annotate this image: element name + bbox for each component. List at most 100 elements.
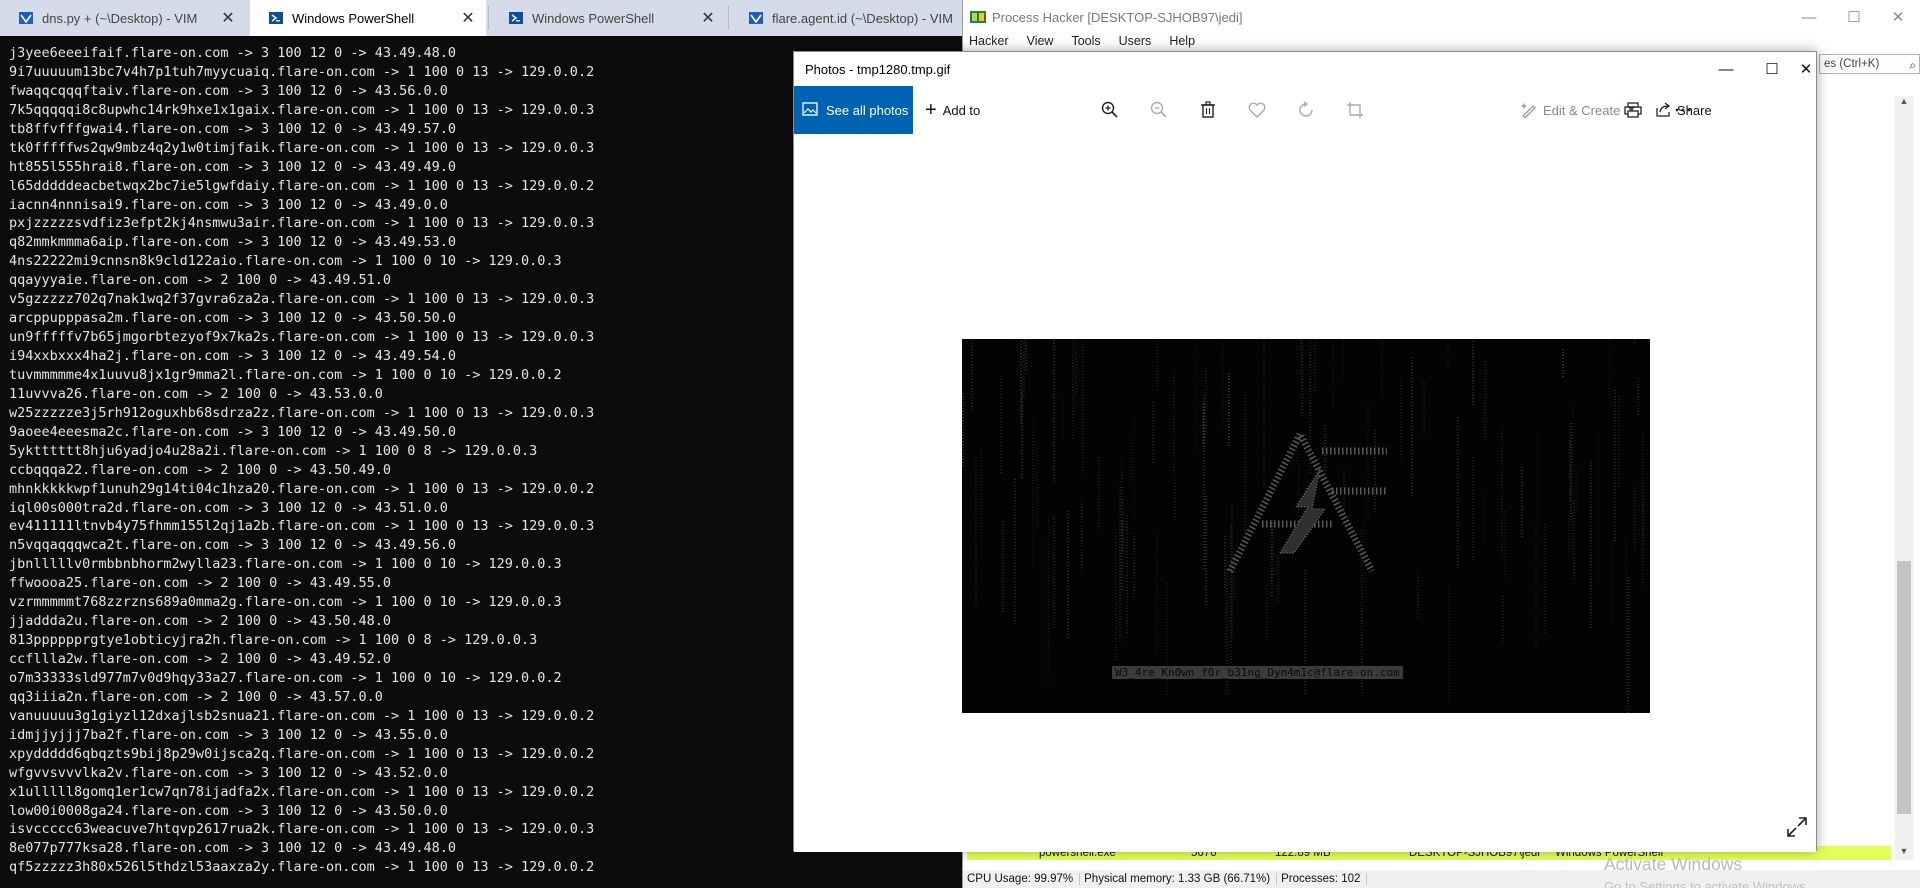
edit-create-icon — [1521, 103, 1536, 118]
terminal-line: mhnkkkkkwpf1unuh29g14ti04c1hza20.flare-o… — [9, 480, 595, 497]
menu-users[interactable]: Users — [1119, 34, 1152, 52]
terminal-line: fwaqqcqqqftaiv.flare-on.com -> 3 100 12 … — [9, 82, 448, 99]
terminal-line: un9fffffv7b65jmgorbtezyof9x7ka2s.flare-o… — [9, 329, 595, 346]
see-all-photos-button[interactable]: See all photos — [794, 86, 913, 134]
terminal-line: i94xxbxxx4ha2j.flare-on.com -> 3 100 12 … — [9, 348, 457, 364]
terminal-line: o7m33333sld977m7v0d9hqy33a27.flare-on.co… — [9, 669, 562, 686]
window-title: Process Hacker [DESKTOP-SJHOB97\jedi] — [992, 9, 1243, 25]
process-hacker-icon — [970, 11, 986, 23]
activate-windows-watermark: Activate Windows Go to Settings to activ… — [1604, 854, 1854, 888]
vim-icon — [18, 11, 34, 25]
terminal-line: 9aoee4eeesma2c.flare-on.com -> 3 100 12 … — [9, 423, 457, 440]
crop-icon[interactable] — [1337, 86, 1373, 134]
window-title: Photos - tmp1280.tmp.gif — [805, 61, 951, 77]
process-hacker-titlebar[interactable]: Process Hacker [DESKTOP-SJHOB97\jedi] — [963, 0, 1920, 34]
cpu-usage: CPU Usage: 99.97% — [963, 873, 1081, 885]
watermark-title: Activate Windows — [1604, 854, 1743, 874]
menu-tools[interactable]: Tools — [1071, 34, 1100, 52]
terminal-line: xpyddddd6qbqzts9bij8p29w0ijsca2q.flare-o… — [9, 745, 595, 762]
terminal-line: q82mmkmmma6aip.flare-on.com -> 3 100 12 … — [9, 234, 457, 251]
terminal-line: 813pppppprgtye1obticyjra2h.flare-on.com … — [9, 632, 538, 649]
process-hacker-menubar: Hacker View Tools Users Help — [963, 34, 1207, 52]
terminal-line: ccfllla2w.flare-on.com -> 2 100 0 -> 43.… — [9, 651, 392, 667]
watermark-subtitle: Go to Settings to activate Windows. — [1604, 879, 1810, 888]
maximize-icon[interactable]: ☐ — [1749, 52, 1795, 86]
maximize-icon[interactable]: ☐ — [1831, 0, 1877, 34]
terminal-line: l65dddddeacbetwqx2bc7ie5lgwfdaiy.flare-o… — [9, 177, 595, 194]
print-icon[interactable] — [1615, 86, 1651, 134]
rotate-icon[interactable] — [1288, 86, 1324, 134]
terminal-line: 5yktttttt8hju6yadjo4u28a2i.flare-on.com … — [9, 442, 538, 459]
close-icon[interactable]: ✕ — [218, 8, 238, 28]
scroll-up-icon[interactable]: ▲ — [1895, 96, 1913, 110]
terminal-line: qq3iiia2n.flare-on.com -> 2 100 0 -> 43.… — [9, 688, 383, 705]
photos-toolbar: See all photos + Add to Edit & Create ▼ — [794, 86, 1816, 134]
minimize-icon[interactable]: — — [1786, 0, 1832, 34]
terminal-line: 7k5qqqqqi8c8upwhc14rk9hxe1x1gaix.flare-o… — [9, 101, 595, 118]
close-icon[interactable]: ✕ — [458, 8, 478, 28]
process-count: Processes: 102 — [1277, 873, 1368, 885]
tab-title: dns.py + (~\Desktop) - VIM — [42, 10, 198, 26]
terminal-line: x1ulllll8gomq1er1cw7qn78ijadfa2x.flare-o… — [9, 783, 595, 800]
scrollbar-thumb[interactable] — [1897, 561, 1911, 814]
see-all-label: See all photos — [826, 102, 909, 118]
add-to-label: Add to — [942, 102, 981, 118]
terminal-line: iql00s000tra2d.flare-on.com -> 3 100 12 … — [9, 499, 448, 516]
tab-vim-dns[interactable]: dns.py + (~\Desktop) - VIM ✕ — [0, 0, 246, 36]
tab-divider — [728, 6, 729, 30]
terminal-line: low00i0008ga24.flare-on.com -> 3 100 12 … — [9, 802, 448, 819]
flare-logo-icon — [1226, 426, 1387, 573]
menu-view[interactable]: View — [1027, 34, 1054, 52]
tab-vim-flare-agent[interactable]: flare.agent.id (~\Desktop) - VIM — [730, 0, 962, 36]
terminal-line: w25zzzzze3j5rh912oguxhb68sdrza2z.flare-o… — [9, 404, 595, 421]
scroll-down-icon[interactable]: ▼ — [1895, 846, 1913, 860]
photo-viewer-canvas[interactable]: W3_4re_Kn0wn_f0r_b31ng_Dyn4m1c@flare-on.… — [794, 134, 1816, 888]
terminal-line: qf5zzzzz3h80x526l5thdzl53aaxza2y.flare-o… — [9, 859, 595, 876]
expand-icon[interactable] — [1785, 815, 1809, 839]
more-options-icon[interactable] — [1665, 86, 1701, 134]
favorite-icon[interactable] — [1239, 86, 1275, 134]
terminal-line: 8e077p777ksa28.flare-on.com -> 3 100 12 … — [9, 840, 457, 857]
terminal-line: 11uvvva26.flare-on.com -> 2 100 0 -> 43.… — [9, 385, 383, 402]
flag-text: W3_4re_Kn0wn_f0r_b31ng_Dyn4m1c@flare-on.… — [1112, 666, 1403, 679]
vim-icon — [748, 11, 764, 25]
terminal-line: qqayyyaie.flare-on.com -> 2 100 0 -> 43.… — [9, 272, 392, 289]
zoom-in-icon[interactable] — [1092, 86, 1128, 134]
terminal-line: tb8ffvfffgwai4.flare-on.com -> 3 100 12 … — [9, 120, 457, 137]
tab-title: Windows PowerShell — [292, 10, 415, 26]
menu-help[interactable]: Help — [1169, 34, 1195, 52]
terminal-line: 9i7uuuuum13bc7v4h7p1tuh7myycuaiq.flare-o… — [9, 63, 595, 80]
photos-window[interactable]: Photos - tmp1280.tmp.gif — ☐ ✕ See all p… — [793, 51, 1817, 888]
terminal-line: tk0fffffws2qw9mbz4q2y1w0timjfaik.flare-o… — [9, 139, 595, 156]
powershell-icon — [508, 11, 524, 25]
terminal-line: tuvmmmmme4x1uuvu8jx1gr9mma2l.flare-on.co… — [9, 366, 562, 383]
gif-image: W3_4re_Kn0wn_f0r_b31ng_Dyn4m1c@flare-on.… — [962, 339, 1650, 713]
terminal-line: ev411111ltnvb4y75fhmm155l2qj1a2b.flare-o… — [9, 518, 595, 535]
terminal-line: jjaddda2u.flare-on.com -> 2 100 0 -> 43.… — [9, 613, 392, 630]
close-icon[interactable]: ✕ — [1875, 0, 1920, 34]
plus-icon: + — [925, 98, 937, 121]
close-icon[interactable]: ✕ — [1795, 52, 1817, 86]
terminal-line: j3yee6eeeifaif.flare-on.com -> 3 100 12 … — [9, 45, 457, 61]
process-search-input[interactable]: es (Ctrl+K) ⌕ — [1819, 54, 1920, 74]
terminal-line: v5gzzzzz702q7nak1wq2f37gvra6za2a.flare-o… — [9, 291, 595, 308]
terminal-line: ccbqqqa22.flare-on.com -> 2 100 0 -> 43.… — [9, 461, 392, 478]
terminal-line: ffwoooa25.flare-on.com -> 2 100 0 -> 43.… — [9, 575, 392, 592]
terminal-line: pxjzzzzzsvdfiz3efpt2kj4nsmwu3air.flare-o… — [9, 215, 595, 232]
tab-powershell-active[interactable]: Windows PowerShell ✕ — [250, 0, 486, 36]
delete-icon[interactable] — [1190, 86, 1226, 134]
close-icon[interactable]: ✕ — [698, 8, 718, 28]
terminal-line: isvccccc63weacuve7htqvp2617rua2k.flare-o… — [9, 821, 595, 838]
tab-powershell-2[interactable]: Windows PowerShell ✕ — [490, 0, 726, 36]
minimize-icon[interactable]: — — [1703, 52, 1749, 86]
process-list-scrollbar[interactable]: ▲ ▼ — [1895, 96, 1913, 860]
terminal-line: arcppupppasa2m.flare-on.com -> 3 100 12 … — [9, 310, 457, 327]
search-icon[interactable]: ⌕ — [1909, 56, 1916, 74]
photo-gallery-icon — [802, 101, 818, 119]
terminal-line: 4ns22222mi9cnnsn8k9cld122aio.flare-on.co… — [9, 253, 562, 270]
photos-titlebar[interactable]: Photos - tmp1280.tmp.gif — [794, 52, 1816, 86]
zoom-out-icon[interactable] — [1141, 86, 1177, 134]
terminal-line: vanuuuuu3g1giyzl12dxajlsb2snua21.flare-o… — [9, 707, 595, 724]
add-to-button[interactable]: + Add to — [925, 86, 980, 134]
menu-hacker[interactable]: Hacker — [969, 34, 1009, 52]
